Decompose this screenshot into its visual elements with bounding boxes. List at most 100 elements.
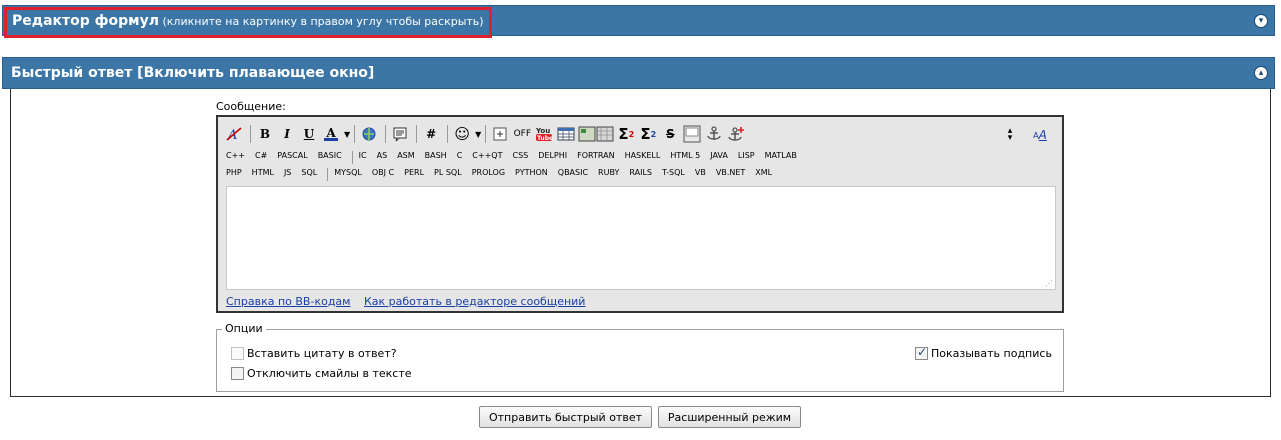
smilies-checkbox[interactable] xyxy=(231,367,244,380)
bold-button[interactable]: B xyxy=(255,124,275,144)
language-button[interactable]: MATLAB xyxy=(765,151,797,164)
editor-toolbar: A B I U A ▼ # ☺ ▼ OFF YouTube xyxy=(224,123,748,145)
language-button[interactable]: PASCAL xyxy=(277,151,307,164)
language-button[interactable]: FORTRAN xyxy=(577,151,614,164)
toolbar-separator xyxy=(354,125,356,143)
message-label: Сообщение: xyxy=(216,100,286,113)
chevron-down-icon[interactable]: ▼ xyxy=(475,130,481,139)
remove-format-icon[interactable]: A xyxy=(224,124,244,144)
toolbar-separator xyxy=(416,125,418,143)
language-button[interactable]: IC xyxy=(359,151,367,164)
language-button[interactable]: XML xyxy=(755,168,772,181)
quick-reply-title[interactable]: Быстрый ответ [Включить плавающее окно] xyxy=(11,65,374,81)
submit-quick-reply-button[interactable]: Отправить быстрый ответ xyxy=(479,406,652,428)
editor-help-link[interactable]: Как работать в редакторе сообщений xyxy=(364,295,585,308)
language-row-1: C++ C# PASCAL BASIC IC AS ASM BASH C C++QT CSS DELP… xyxy=(226,151,807,164)
smiley-icon[interactable]: ☺ xyxy=(452,124,472,144)
options-fieldset: Опции Вставить цитату в ответ? Отключить… xyxy=(216,322,1064,392)
quick-reply-header: Быстрый ответ [Включить плавающее окно] … xyxy=(2,57,1275,89)
language-button[interactable]: PHP xyxy=(226,168,242,181)
editor-toolbar-right: ▴ ▾ AA xyxy=(1000,125,1052,145)
advanced-mode-button[interactable]: Расширенный режим xyxy=(658,406,801,428)
language-button[interactable]: C++QT xyxy=(472,151,502,164)
toolbar-separator xyxy=(485,125,487,143)
strikethrough-button[interactable]: S xyxy=(660,124,680,144)
language-button[interactable]: HTML 5 xyxy=(670,151,700,164)
svg-text:You: You xyxy=(535,127,550,135)
bbcode-help-link[interactable]: Справка по BB-кодам xyxy=(226,295,350,308)
underline-button[interactable]: U xyxy=(299,124,319,144)
toolbar-separator xyxy=(447,125,449,143)
table-icon[interactable] xyxy=(556,124,576,144)
resize-grip-icon[interactable]: ⋰ xyxy=(1045,279,1053,288)
toolbar-separator xyxy=(385,125,387,143)
language-button[interactable]: LISP xyxy=(738,151,755,164)
smilies-option-label: Отключить смайлы в тексте xyxy=(247,367,412,380)
quote-option: Вставить цитату в ответ? xyxy=(231,347,397,360)
off-button[interactable]: OFF xyxy=(512,124,532,144)
chevron-down-icon[interactable]: ▼ xyxy=(344,130,350,139)
language-button[interactable]: CSS xyxy=(512,151,528,164)
sigma-label: Σ xyxy=(640,125,651,143)
note-icon[interactable] xyxy=(682,124,702,144)
quote-icon[interactable] xyxy=(390,124,410,144)
text-color-label: A xyxy=(326,125,336,140)
toolbar-separator xyxy=(351,151,353,164)
language-button[interactable]: PYTHON xyxy=(515,168,548,181)
link-icon[interactable] xyxy=(359,124,379,144)
message-textarea[interactable]: ⋰ xyxy=(226,186,1056,290)
sigma-label: Σ xyxy=(618,125,629,143)
formula-editor-hint: (кликните на картинку в правом углу чтоб… xyxy=(162,15,484,28)
signature-option: Показывать подпись xyxy=(915,345,1052,360)
add-anchor-icon[interactable] xyxy=(726,124,746,144)
language-button[interactable]: DELPHI xyxy=(538,151,567,164)
font-size-large-label: A xyxy=(1038,128,1047,142)
language-button[interactable]: SQL xyxy=(301,168,317,181)
image-gallery-icon[interactable] xyxy=(578,124,614,144)
svg-text:Tube: Tube xyxy=(537,135,553,142)
language-button[interactable]: MYSQL xyxy=(334,168,362,181)
smilies-option: Отключить смайлы в тексте xyxy=(231,367,412,380)
anchor-icon[interactable] xyxy=(704,124,724,144)
language-button[interactable]: RUBY xyxy=(598,168,619,181)
sum-superscript-icon[interactable]: Σ2 xyxy=(616,124,636,144)
italic-button[interactable]: I xyxy=(277,124,297,144)
language-button[interactable]: HASKELL xyxy=(625,151,661,164)
language-button[interactable]: QBASIC xyxy=(558,168,588,181)
language-button[interactable]: JAVA xyxy=(710,151,728,164)
hash-button[interactable]: # xyxy=(421,124,441,144)
signature-checkbox[interactable] xyxy=(915,345,928,360)
text-color-button[interactable]: A xyxy=(321,124,341,144)
message-editor: A B I U A ▼ # ☺ ▼ OFF YouTube xyxy=(216,115,1064,313)
spoiler-icon[interactable] xyxy=(490,124,510,144)
formula-editor-title-box[interactable]: Редактор формул (кликните на картинку в … xyxy=(4,7,492,38)
language-button[interactable]: VB.NET xyxy=(716,168,745,181)
expand-icon[interactable]: ▾ xyxy=(1254,14,1268,28)
language-button[interactable]: OBJ C xyxy=(372,168,394,181)
font-size-button[interactable]: AA xyxy=(1030,125,1050,145)
language-button[interactable]: VB xyxy=(695,168,706,181)
signature-option-label: Показывать подпись xyxy=(931,347,1052,360)
language-row-2: PHP HTML JS SQL MYSQL OBJ C PERL PL SQL PROLOG PY… xyxy=(226,168,782,181)
resize-editor-icon[interactable]: ▴ ▾ xyxy=(1000,125,1020,145)
quote-checkbox[interactable] xyxy=(231,347,244,360)
language-button[interactable]: AS xyxy=(377,151,388,164)
language-button[interactable]: ASM xyxy=(397,151,414,164)
quote-option-label: Вставить цитату в ответ? xyxy=(247,347,397,360)
language-button[interactable]: RAILS xyxy=(629,168,652,181)
language-button[interactable]: PROLOG xyxy=(472,168,505,181)
language-button[interactable]: BASH xyxy=(425,151,447,164)
language-button[interactable]: BASIC xyxy=(318,151,342,164)
sum-subscript-icon[interactable]: Σ2 xyxy=(638,124,658,144)
collapse-icon[interactable]: ▴ xyxy=(1254,66,1268,80)
youtube-icon[interactable]: You Tube xyxy=(534,124,554,144)
language-button[interactable]: PL SQL xyxy=(434,168,462,181)
language-button[interactable]: JS xyxy=(284,168,291,181)
language-button[interactable]: C xyxy=(457,151,463,164)
language-button[interactable]: T-SQL xyxy=(662,168,685,181)
language-button[interactable]: C# xyxy=(255,151,267,164)
formula-editor-header[interactable]: Редактор формул (кликните на картинку в … xyxy=(2,5,1275,38)
language-button[interactable]: C++ xyxy=(226,151,245,164)
language-button[interactable]: HTML xyxy=(252,168,274,181)
language-button[interactable]: PERL xyxy=(404,168,424,181)
